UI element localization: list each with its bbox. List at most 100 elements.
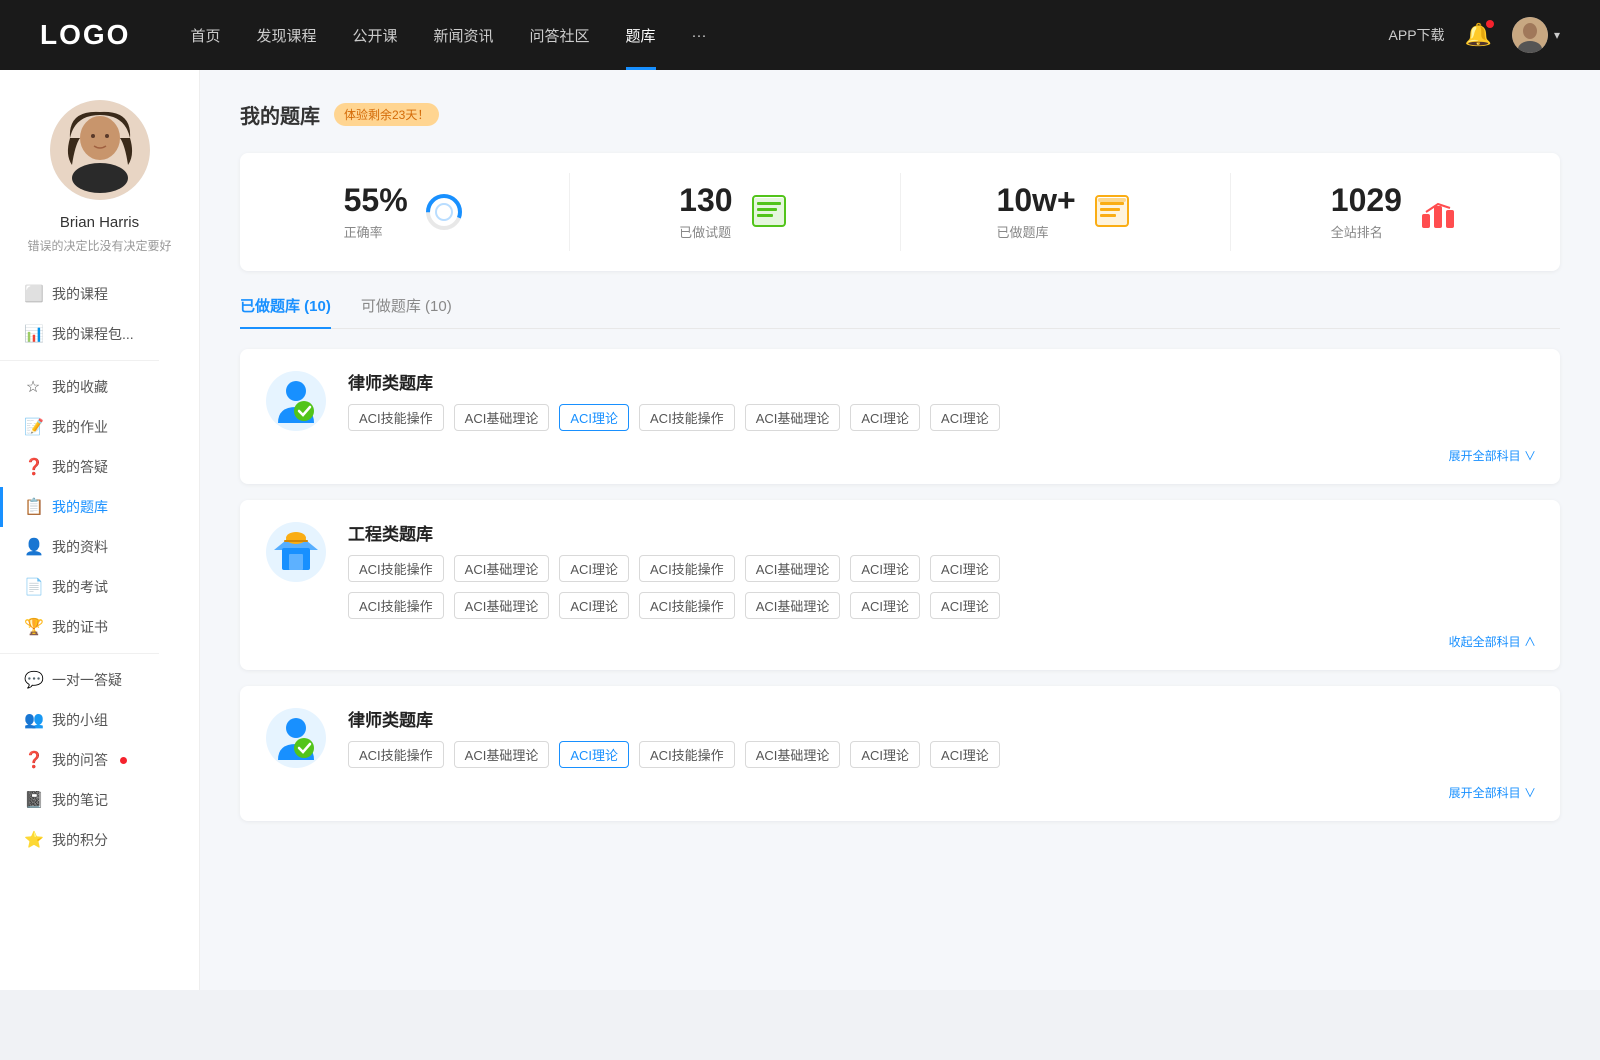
points-icon: ⭐ — [24, 830, 42, 850]
collapse-btn-2[interactable]: 收起全部科目 ∧ — [264, 633, 1536, 650]
bank-2-body: 工程类题库 ACI技能操作 ACI基础理论 ACI理论 ACI技能操作 ACI基… — [348, 520, 1536, 619]
notes-icon: 📓 — [24, 790, 42, 810]
stat-done-b-main: 10w+ 已做题库 — [997, 183, 1076, 241]
tag-2-14[interactable]: ACI理论 — [930, 592, 1000, 619]
nav-link-discover[interactable]: 发现课程 — [256, 25, 316, 46]
page-title: 我的题库 — [240, 100, 320, 129]
sidebar-item-bank[interactable]: 📋 我的题库 — [0, 487, 199, 527]
sidebar-item-notes[interactable]: 📓 我的笔记 — [0, 780, 199, 820]
tag-1-1[interactable]: ACI技能操作 — [348, 404, 444, 431]
tag-1-5[interactable]: ACI基础理论 — [745, 404, 841, 431]
tag-3-7[interactable]: ACI理论 — [930, 741, 1000, 768]
sidebar-item-courses[interactable]: ⬜ 我的课程 — [0, 274, 199, 314]
sidebar-label-notes: 我的笔记 — [52, 790, 108, 810]
tag-2-13[interactable]: ACI理论 — [850, 592, 920, 619]
sidebar-item-1on1[interactable]: 💬 一对一答疑 — [0, 660, 199, 700]
nav-link-bank[interactable]: 题库 — [626, 25, 656, 46]
sidebar-item-homework[interactable]: 📝 我的作业 — [0, 407, 199, 447]
done-q-icon — [747, 190, 791, 234]
nav-links: 首页 发现课程 公开课 新闻资讯 问答社区 题库 ··· — [190, 25, 1388, 46]
tab-done[interactable]: 已做题库 (10) — [240, 295, 331, 328]
cert-icon: 🏆 — [24, 617, 42, 637]
sidebar-label-courses: 我的课程 — [52, 284, 108, 304]
sidebar-item-group[interactable]: 👥 我的小组 — [0, 700, 199, 740]
sidebar-item-profile[interactable]: 👤 我的资料 — [0, 527, 199, 567]
sidebar-label-favorites: 我的收藏 — [52, 377, 108, 397]
tag-3-3[interactable]: ACI理论 — [559, 741, 629, 768]
trial-badge: 体验剩余23天！ — [334, 103, 439, 126]
qa-mine-icon: ❓ — [24, 457, 42, 477]
tag-2-1[interactable]: ACI技能操作 — [348, 555, 444, 582]
bank-1-title: 律师类题库 — [348, 369, 1536, 394]
main-layout: Brian Harris 错误的决定比没有决定要好 ⬜ 我的课程 📊 我的课程包… — [0, 70, 1600, 990]
nav-logo[interactable]: LOGO — [40, 19, 130, 51]
sidebar-item-exam[interactable]: 📄 我的考试 — [0, 567, 199, 607]
tag-2-11[interactable]: ACI技能操作 — [639, 592, 735, 619]
sidebar-item-favorites[interactable]: ☆ 我的收藏 — [0, 367, 199, 407]
tabs-bar: 已做题库 (10) 可做题库 (10) — [240, 295, 1560, 329]
tag-2-12[interactable]: ACI基础理论 — [745, 592, 841, 619]
questions-icon: ❓ — [24, 750, 42, 770]
tag-2-8[interactable]: ACI技能操作 — [348, 592, 444, 619]
main-content: 我的题库 体验剩余23天！ 55% 正确率 — [200, 70, 1600, 990]
tag-1-2[interactable]: ACI基础理论 — [454, 404, 550, 431]
sidebar: Brian Harris 错误的决定比没有决定要好 ⬜ 我的课程 📊 我的课程包… — [0, 70, 200, 990]
tag-2-7[interactable]: ACI理论 — [930, 555, 1000, 582]
stat-rank-label: 全站排名 — [1331, 222, 1402, 241]
bank-3-title: 律师类题库 — [348, 706, 1536, 731]
bank-3-tags: ACI技能操作 ACI基础理论 ACI理论 ACI技能操作 ACI基础理论 AC… — [348, 741, 1536, 768]
stat-accuracy-value: 55% — [344, 183, 408, 218]
sidebar-label-bank: 我的题库 — [52, 497, 108, 517]
app-download-btn[interactable]: APP下载 — [1389, 25, 1445, 45]
sidebar-menu: ⬜ 我的课程 📊 我的课程包... ☆ 我的收藏 📝 我的作业 ❓ 我的答疑 📋 — [0, 274, 199, 860]
nav-link-qa[interactable]: 问答社区 — [530, 25, 590, 46]
tag-3-5[interactable]: ACI基础理论 — [745, 741, 841, 768]
stat-rank: 1029 全站排名 — [1231, 173, 1560, 251]
stat-accuracy-label: 正确率 — [344, 222, 408, 241]
tag-1-6[interactable]: ACI理论 — [850, 404, 920, 431]
expand-btn-3[interactable]: 展开全部科目 ∨ — [264, 784, 1536, 801]
tag-2-6[interactable]: ACI理论 — [850, 555, 920, 582]
tag-3-1[interactable]: ACI技能操作 — [348, 741, 444, 768]
sidebar-item-points[interactable]: ⭐ 我的积分 — [0, 820, 199, 860]
nav-link-open[interactable]: 公开课 — [352, 25, 397, 46]
tag-2-4[interactable]: ACI技能操作 — [639, 555, 735, 582]
bank-1-icon — [264, 369, 328, 433]
bank-1-tags: ACI技能操作 ACI基础理论 ACI理论 ACI技能操作 ACI基础理论 AC… — [348, 404, 1536, 431]
tag-3-2[interactable]: ACI基础理论 — [454, 741, 550, 768]
courses-icon: ⬜ — [24, 284, 42, 304]
bank-2-title: 工程类题库 — [348, 520, 1536, 545]
nav-link-news[interactable]: 新闻资讯 — [434, 25, 494, 46]
tag-1-3[interactable]: ACI理论 — [559, 404, 629, 431]
bank-card-2: 工程类题库 ACI技能操作 ACI基础理论 ACI理论 ACI技能操作 ACI基… — [240, 500, 1560, 670]
notification-bell[interactable]: 🔔 — [1465, 22, 1492, 48]
sidebar-label-qa-mine: 我的答疑 — [52, 457, 108, 477]
nav-link-more[interactable]: ··· — [692, 27, 707, 44]
sidebar-item-packages[interactable]: 📊 我的课程包... — [0, 314, 199, 354]
user-avatar-nav[interactable]: ▾ — [1512, 17, 1560, 53]
sidebar-item-questions[interactable]: ❓ 我的问答 — [0, 740, 199, 780]
sidebar-item-cert[interactable]: 🏆 我的证书 — [0, 607, 199, 647]
expand-btn-1[interactable]: 展开全部科目 ∨ — [264, 447, 1536, 464]
sidebar-item-qa-mine[interactable]: ❓ 我的答疑 — [0, 447, 199, 487]
tag-2-9[interactable]: ACI基础理论 — [454, 592, 550, 619]
tag-1-7[interactable]: ACI理论 — [930, 404, 1000, 431]
tag-3-4[interactable]: ACI技能操作 — [639, 741, 735, 768]
tag-3-6[interactable]: ACI理论 — [850, 741, 920, 768]
stat-rank-value: 1029 — [1331, 183, 1402, 218]
user-motto: 错误的决定比没有决定要好 — [17, 237, 181, 254]
nav-right: APP下载 🔔 ▾ — [1389, 17, 1560, 53]
nav-link-home[interactable]: 首页 — [190, 25, 220, 46]
tag-2-10[interactable]: ACI理论 — [559, 592, 629, 619]
tag-2-3[interactable]: ACI理论 — [559, 555, 629, 582]
stat-done-q-main: 130 已做试题 — [679, 183, 732, 241]
bank-3-body: 律师类题库 ACI技能操作 ACI基础理论 ACI理论 ACI技能操作 ACI基… — [348, 706, 1536, 768]
tag-1-4[interactable]: ACI技能操作 — [639, 404, 735, 431]
sidebar-label-cert: 我的证书 — [52, 617, 108, 637]
packages-icon: 📊 — [24, 324, 42, 344]
sidebar-label-homework: 我的作业 — [52, 417, 108, 437]
tab-todo[interactable]: 可做题库 (10) — [361, 295, 452, 328]
tag-2-5[interactable]: ACI基础理论 — [745, 555, 841, 582]
tag-2-2[interactable]: ACI基础理论 — [454, 555, 550, 582]
bank-card-3-header: 律师类题库 ACI技能操作 ACI基础理论 ACI理论 ACI技能操作 ACI基… — [264, 706, 1536, 770]
